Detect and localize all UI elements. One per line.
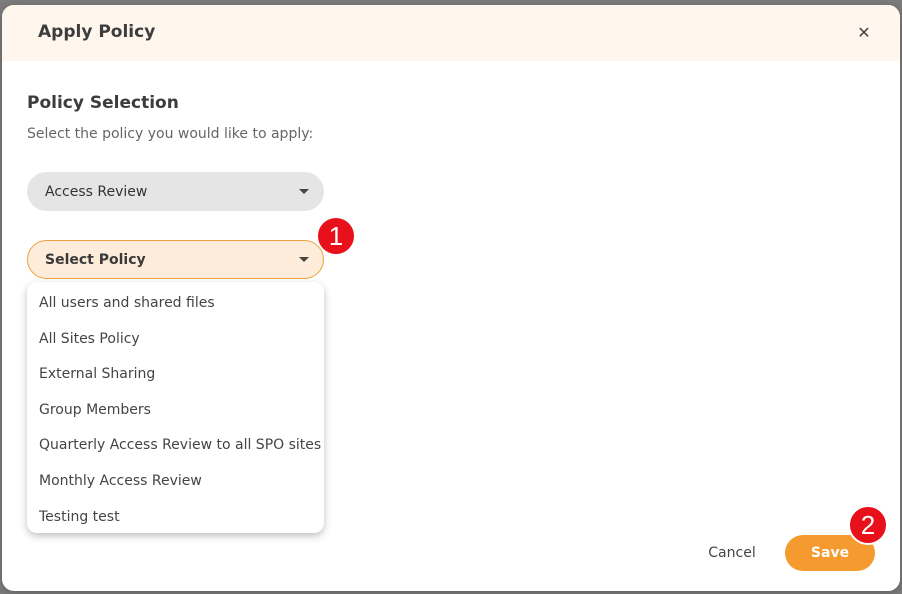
- close-icon: ✕: [857, 22, 871, 42]
- dialog-title: Apply Policy: [38, 22, 156, 42]
- apply-policy-dialog: Apply Policy ✕ Policy Selection Select t…: [2, 5, 900, 591]
- dialog-header: Apply Policy ✕: [2, 5, 900, 61]
- dropdown-option[interactable]: Group Members: [27, 393, 324, 429]
- dropdown-option[interactable]: All Sites Policy: [27, 322, 324, 358]
- dropdown-option[interactable]: Quarterly Access Review to all SPO sites: [27, 428, 324, 464]
- dropdown-option[interactable]: External Sharing: [27, 357, 324, 393]
- section-title: Policy Selection: [27, 93, 179, 113]
- policy-dropdown-list: All users and shared files All Sites Pol…: [27, 282, 324, 533]
- step-badge-1: 1: [316, 216, 356, 256]
- step-badge-2: 2: [848, 505, 888, 545]
- close-button[interactable]: ✕: [854, 22, 874, 42]
- dropdown-option[interactable]: Testing test: [27, 500, 324, 536]
- cancel-button[interactable]: Cancel: [692, 537, 772, 569]
- policy-select[interactable]: Select Policy: [27, 240, 324, 279]
- caret-down-icon: [299, 189, 309, 194]
- caret-down-icon: [299, 257, 309, 262]
- dropdown-option[interactable]: All users and shared files: [27, 286, 324, 322]
- policy-category-value: Access Review: [45, 183, 148, 200]
- section-subtitle: Select the policy you would like to appl…: [27, 126, 314, 142]
- policy-select-value: Select Policy: [45, 251, 146, 268]
- dropdown-option[interactable]: Monthly Access Review: [27, 464, 324, 500]
- policy-category-select[interactable]: Access Review: [27, 172, 324, 211]
